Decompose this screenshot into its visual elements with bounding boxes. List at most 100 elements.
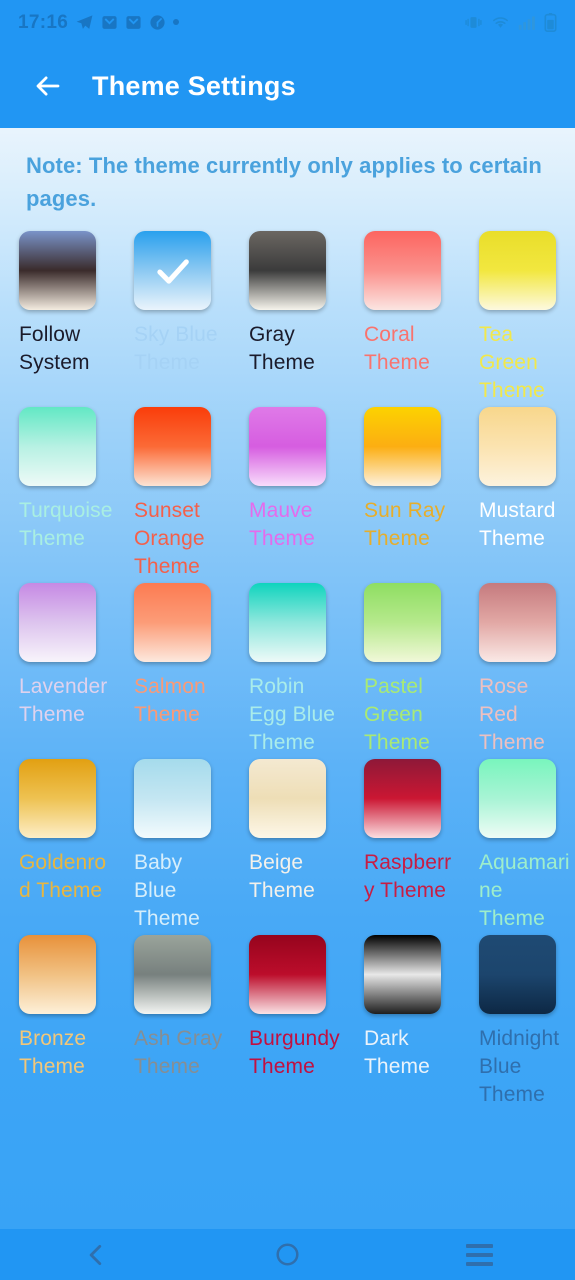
theme-item[interactable]: Raspberry Theme xyxy=(364,759,479,935)
theme-label: Baby Blue Theme xyxy=(134,851,200,930)
theme-label: Dark Theme xyxy=(364,1027,430,1078)
app-bar: Theme Settings xyxy=(0,44,575,128)
clock-icon xyxy=(150,14,165,30)
theme-item[interactable]: Coral Theme xyxy=(364,231,479,407)
theme-label: Goldenrod Theme xyxy=(19,851,107,902)
nav-recents-button[interactable] xyxy=(434,1229,524,1280)
theme-item[interactable]: Mustard Theme xyxy=(479,407,575,583)
theme-item[interactable]: Rose Red Theme xyxy=(479,583,575,759)
theme-label: Gray Theme xyxy=(249,323,315,374)
theme-label: Mauve Theme xyxy=(249,499,315,550)
theme-swatch[interactable] xyxy=(479,935,556,1014)
theme-label: Aquamarine Theme xyxy=(479,851,570,930)
battery-icon xyxy=(544,12,557,32)
back-button[interactable] xyxy=(26,64,70,108)
theme-item[interactable]: Mauve Theme xyxy=(249,407,364,583)
theme-label: Sunset Orange Theme xyxy=(134,499,205,578)
theme-label: Sun Ray Theme xyxy=(364,499,446,550)
theme-label: Midnight Blue Theme xyxy=(479,1027,560,1106)
theme-item[interactable]: Bronze Theme xyxy=(19,935,134,1111)
arrow-left-icon xyxy=(36,76,60,96)
check-icon xyxy=(156,258,189,284)
theme-item[interactable]: Burgundy Theme xyxy=(249,935,364,1111)
theme-item[interactable]: Dark Theme xyxy=(364,935,479,1111)
theme-swatch[interactable] xyxy=(134,231,211,310)
note-text: Note: The theme currently only applies t… xyxy=(26,153,542,211)
system-navigation-bar xyxy=(0,1229,575,1280)
theme-swatch[interactable] xyxy=(364,583,441,662)
theme-swatch[interactable] xyxy=(249,407,326,486)
theme-swatch[interactable] xyxy=(364,759,441,838)
theme-label: Mustard Theme xyxy=(479,499,556,550)
status-bar-left: 17:16 xyxy=(18,11,180,33)
theme-label: Rose Red Theme xyxy=(479,675,545,754)
theme-item[interactable]: Sky Blue Theme xyxy=(134,231,249,407)
theme-swatch[interactable] xyxy=(19,759,96,838)
theme-swatch[interactable] xyxy=(134,407,211,486)
signal-icon xyxy=(518,15,535,30)
theme-label: Raspberry Theme xyxy=(364,851,452,902)
theme-item[interactable]: Midnight Blue Theme xyxy=(479,935,575,1111)
mail-badge-icon xyxy=(102,15,117,29)
theme-swatch[interactable] xyxy=(249,231,326,310)
telegram-icon xyxy=(76,14,93,29)
theme-label: Burgundy Theme xyxy=(249,1027,340,1078)
theme-item[interactable]: Lavender Theme xyxy=(19,583,134,759)
theme-swatch[interactable] xyxy=(134,583,211,662)
theme-label: Coral Theme xyxy=(364,323,430,374)
theme-swatch[interactable] xyxy=(134,935,211,1014)
theme-swatch[interactable] xyxy=(249,759,326,838)
theme-item[interactable]: Pastel Green Theme xyxy=(364,583,479,759)
chevron-left-icon xyxy=(89,1244,102,1265)
theme-item[interactable]: Baby Blue Theme xyxy=(134,759,249,935)
theme-label: Robin Egg Blue Theme xyxy=(249,675,336,754)
theme-swatch[interactable] xyxy=(479,231,556,310)
theme-swatch[interactable] xyxy=(19,935,96,1014)
theme-label: Follow System xyxy=(19,323,90,374)
theme-item[interactable]: Ash Gray Theme xyxy=(134,935,249,1111)
theme-item[interactable]: Follow System xyxy=(19,231,134,407)
theme-label: Pastel Green Theme xyxy=(364,675,430,754)
theme-item[interactable]: Aquamarine Theme xyxy=(479,759,575,935)
theme-swatch[interactable] xyxy=(364,407,441,486)
hamburger-icon xyxy=(465,1243,493,1266)
theme-item[interactable]: Turquoise Theme xyxy=(19,407,134,583)
theme-item[interactable]: Sunset Orange Theme xyxy=(134,407,249,583)
theme-grid: Follow System Sky Blue Theme Gray Theme Cor… xyxy=(0,231,575,1111)
wifi-icon xyxy=(493,16,508,28)
status-bar: 17:16 xyxy=(0,0,575,44)
status-bar-clock: 17:16 xyxy=(18,11,69,33)
theme-label: Bronze Theme xyxy=(19,1027,87,1078)
nav-home-button[interactable] xyxy=(242,1229,332,1280)
page-title: Theme Settings xyxy=(92,70,296,101)
theme-item[interactable]: Salmon Theme xyxy=(134,583,249,759)
theme-swatch[interactable] xyxy=(364,935,441,1014)
dot-icon xyxy=(173,19,180,25)
theme-item[interactable]: Goldenrod Theme xyxy=(19,759,134,935)
status-bar-right xyxy=(464,12,557,32)
nav-back-button[interactable] xyxy=(51,1229,141,1280)
theme-swatch[interactable] xyxy=(364,231,441,310)
theme-item[interactable]: Robin Egg Blue Theme xyxy=(249,583,364,759)
theme-label: Turquoise Theme xyxy=(19,499,113,550)
theme-swatch[interactable] xyxy=(479,759,556,838)
theme-swatch[interactable] xyxy=(19,583,96,662)
vibrate-icon xyxy=(465,16,482,28)
theme-item[interactable]: Beige Theme xyxy=(249,759,364,935)
circle-icon xyxy=(276,1243,299,1266)
theme-label: Ash Gray Theme xyxy=(134,1027,223,1078)
theme-label: Tea Green Theme xyxy=(479,323,545,402)
theme-list-content: Note: The theme currently only applies t… xyxy=(0,128,575,1229)
theme-swatch[interactable] xyxy=(249,935,326,1014)
theme-label: Lavender Theme xyxy=(19,675,108,726)
theme-swatch[interactable] xyxy=(479,407,556,486)
theme-swatch[interactable] xyxy=(19,407,96,486)
theme-swatch[interactable] xyxy=(19,231,96,310)
theme-swatch[interactable] xyxy=(134,759,211,838)
theme-item[interactable]: Tea Green Theme xyxy=(479,231,575,407)
phone-screen: 17:16 Theme Settings Note: The theme cur… xyxy=(0,0,575,1280)
theme-swatch[interactable] xyxy=(479,583,556,662)
theme-item[interactable]: Gray Theme xyxy=(249,231,364,407)
theme-swatch[interactable] xyxy=(249,583,326,662)
theme-item[interactable]: Sun Ray Theme xyxy=(364,407,479,583)
